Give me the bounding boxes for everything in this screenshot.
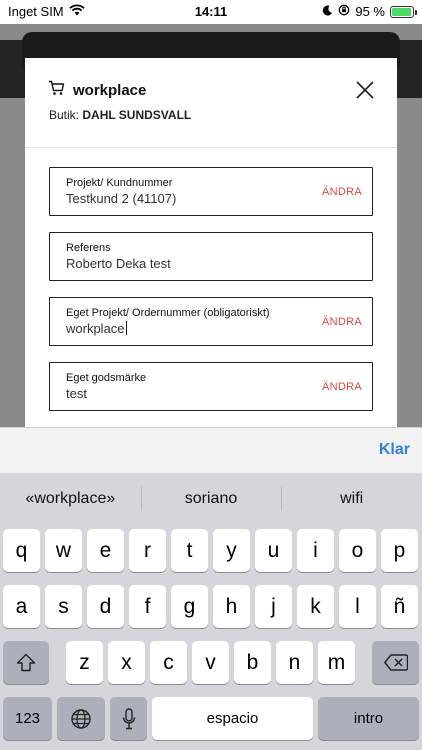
key-g[interactable]: g bbox=[171, 585, 208, 628]
key-x[interactable]: x bbox=[108, 641, 145, 684]
key-z[interactable]: z bbox=[66, 641, 103, 684]
rotation-lock-icon bbox=[338, 4, 350, 19]
change-goods-mark-button[interactable]: ÄNDRA bbox=[322, 381, 362, 393]
keyboard-accessory-bar: Klar bbox=[0, 427, 422, 473]
keyboard: «workplace» soriano wifi q w e r t y u i… bbox=[0, 473, 422, 750]
key-a[interactable]: a bbox=[3, 585, 40, 628]
key-s[interactable]: s bbox=[45, 585, 82, 628]
key-r[interactable]: r bbox=[129, 529, 166, 572]
key-p[interactable]: p bbox=[381, 529, 418, 572]
field-label: Referens bbox=[66, 242, 111, 254]
field-label: Eget Projekt/ Ordernummer (obligatoriskt… bbox=[66, 307, 270, 319]
backspace-icon bbox=[383, 654, 408, 671]
key-h[interactable]: h bbox=[213, 585, 250, 628]
goods-mark-field[interactable]: Eget godsmärke test ÄNDRA bbox=[49, 362, 373, 411]
globe-icon bbox=[71, 708, 91, 729]
key-i[interactable]: i bbox=[297, 529, 334, 572]
battery-icon bbox=[390, 5, 417, 18]
globe-key[interactable] bbox=[57, 697, 105, 740]
do-not-disturb-icon bbox=[322, 4, 333, 19]
key-q[interactable]: q bbox=[3, 529, 40, 572]
key-c[interactable]: c bbox=[150, 641, 187, 684]
modal-title: workplace bbox=[73, 82, 147, 99]
key-v[interactable]: v bbox=[192, 641, 229, 684]
field-value: test bbox=[66, 386, 87, 401]
dictation-key[interactable] bbox=[110, 697, 147, 740]
suggestion-item[interactable]: wifi bbox=[281, 473, 422, 525]
project-customer-field[interactable]: Projekt/ Kundnummer Testkund 2 (41107) Ä… bbox=[49, 167, 373, 216]
reference-field[interactable]: Referens Roberto Deka test bbox=[49, 232, 373, 281]
order-details-modal: workplace Butik: DAHL SUNDSVALL Projekt/… bbox=[25, 58, 397, 454]
key-f[interactable]: f bbox=[129, 585, 166, 628]
numbers-key[interactable]: 123 bbox=[3, 697, 52, 740]
return-key[interactable]: intro bbox=[318, 697, 419, 740]
key-e[interactable]: e bbox=[87, 529, 124, 572]
close-icon bbox=[356, 81, 374, 99]
cart-icon bbox=[48, 80, 65, 101]
suggestion-item[interactable]: soriano bbox=[140, 473, 282, 525]
backspace-key[interactable] bbox=[372, 641, 419, 684]
battery-percent: 95 % bbox=[355, 4, 385, 19]
close-button[interactable] bbox=[355, 80, 375, 100]
key-d[interactable]: d bbox=[87, 585, 124, 628]
key-n-tilde[interactable]: ñ bbox=[381, 585, 418, 628]
field-value: workplace bbox=[66, 321, 127, 336]
change-order-number-button[interactable]: ÄNDRA bbox=[322, 316, 362, 328]
store-label: Butik: bbox=[49, 108, 80, 122]
change-project-customer-button[interactable]: ÄNDRA bbox=[322, 186, 362, 198]
key-j[interactable]: j bbox=[255, 585, 292, 628]
done-button[interactable]: Klar bbox=[379, 441, 410, 459]
key-l[interactable]: l bbox=[339, 585, 376, 628]
field-label: Eget godsmärke bbox=[66, 372, 147, 384]
field-value: Roberto Deka test bbox=[66, 256, 171, 271]
shift-icon bbox=[16, 653, 36, 672]
microphone-icon bbox=[122, 707, 135, 729]
status-bar: Inget SIM 14:11 95 % bbox=[0, 0, 422, 24]
modal-header: workplace Butik: DAHL SUNDSVALL bbox=[25, 58, 397, 148]
store-info: Butik: DAHL SUNDSVALL bbox=[49, 108, 191, 122]
field-label: Projekt/ Kundnummer bbox=[66, 177, 173, 189]
key-w[interactable]: w bbox=[45, 529, 82, 572]
store-name: DAHL SUNDSVALL bbox=[82, 108, 192, 122]
field-value: Testkund 2 (41107) bbox=[66, 191, 177, 206]
suggestion-bar: «workplace» soriano wifi bbox=[0, 473, 422, 525]
suggestion-item[interactable]: «workplace» bbox=[0, 473, 141, 525]
key-o[interactable]: o bbox=[339, 529, 376, 572]
key-m[interactable]: m bbox=[318, 641, 355, 684]
space-key[interactable]: espacio bbox=[152, 697, 313, 740]
key-y[interactable]: y bbox=[213, 529, 250, 572]
text-cursor bbox=[125, 321, 127, 335]
shift-key[interactable] bbox=[3, 641, 49, 684]
key-t[interactable]: t bbox=[171, 529, 208, 572]
key-n[interactable]: n bbox=[276, 641, 313, 684]
key-u[interactable]: u bbox=[255, 529, 292, 572]
key-b[interactable]: b bbox=[234, 641, 271, 684]
key-k[interactable]: k bbox=[297, 585, 334, 628]
order-number-field[interactable]: Eget Projekt/ Ordernummer (obligatoriskt… bbox=[49, 297, 373, 346]
